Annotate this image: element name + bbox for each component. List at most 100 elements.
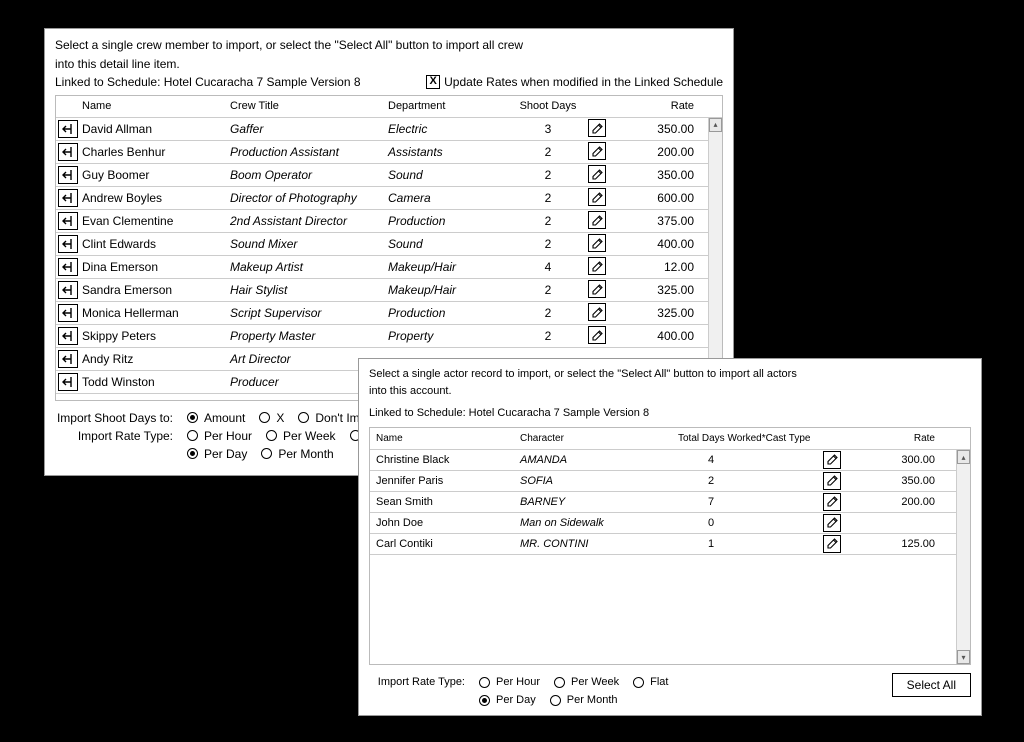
edit-icon[interactable]	[588, 303, 606, 321]
actor-days: 0	[678, 517, 823, 529]
crew-department: Sound	[388, 237, 508, 251]
import-arrow-icon[interactable]	[58, 327, 78, 345]
crew-name: Clint Edwards	[82, 237, 230, 251]
crew-instruction-line2: into this detail line item.	[55, 56, 723, 73]
import-arrow-icon[interactable]	[58, 120, 78, 138]
crew-shoot-days: 2	[508, 191, 588, 205]
import-arrow-icon[interactable]	[58, 350, 78, 368]
actor-character: Man on Sidewalk	[520, 517, 678, 529]
edit-icon[interactable]	[588, 188, 606, 206]
radio-per-month[interactable]	[261, 448, 272, 459]
table-row: Carl ContikiMR. CONTINI1125.00	[370, 534, 970, 555]
table-row: David AllmanGafferElectric3350.00	[56, 118, 722, 141]
table-row: Evan Clementine2nd Assistant DirectorPro…	[56, 210, 722, 233]
crew-title: Boom Operator	[230, 168, 388, 182]
crew-name: Andy Ritz	[82, 352, 230, 366]
scroll-up-icon[interactable]: ▴	[709, 118, 722, 132]
edit-icon[interactable]	[588, 119, 606, 137]
import-arrow-icon[interactable]	[58, 281, 78, 299]
import-arrow-icon[interactable]	[58, 189, 78, 207]
actor-character: SOFIA	[520, 475, 678, 487]
crew-title: Production Assistant	[230, 145, 388, 159]
crew-rate: 200.00	[628, 145, 698, 159]
radio-per-month[interactable]	[550, 695, 561, 706]
acol-days: Total Days Worked*Cast Type	[678, 433, 823, 444]
edit-icon[interactable]	[823, 514, 841, 532]
crew-title: 2nd Assistant Director	[230, 214, 388, 228]
import-arrow-icon[interactable]	[58, 258, 78, 276]
scroll-down-icon[interactable]: ▾	[957, 650, 970, 664]
table-row: John DoeMan on Sidewalk0	[370, 513, 970, 534]
select-all-button[interactable]: Select All	[892, 673, 971, 697]
crew-department: Camera	[388, 191, 508, 205]
import-arrow-icon[interactable]	[58, 166, 78, 184]
edit-icon[interactable]	[588, 211, 606, 229]
radio-per-day[interactable]	[479, 695, 490, 706]
table-row: Andrew BoylesDirector of PhotographyCame…	[56, 187, 722, 210]
import-arrow-icon[interactable]	[58, 143, 78, 161]
col-shoot-days: Shoot Days	[508, 100, 588, 112]
actor-name: John Doe	[370, 517, 520, 529]
edit-icon[interactable]	[588, 326, 606, 344]
radio-per-week[interactable]	[554, 677, 565, 688]
radio-per-hour[interactable]	[479, 677, 490, 688]
actor-character: MR. CONTINI	[520, 538, 678, 550]
import-shoot-days-label: Import Shoot Days to:	[55, 411, 177, 425]
edit-icon[interactable]	[588, 257, 606, 275]
actors-rate-type-label: Import Rate Type:	[369, 676, 469, 688]
crew-department: Makeup/Hair	[388, 283, 508, 297]
actor-character: BARNEY	[520, 496, 678, 508]
crew-rate: 350.00	[628, 122, 698, 136]
edit-icon[interactable]	[588, 280, 606, 298]
crew-rate: 400.00	[628, 237, 698, 251]
crew-shoot-days: 3	[508, 122, 588, 136]
edit-icon[interactable]	[823, 535, 841, 553]
import-arrow-icon[interactable]	[58, 373, 78, 391]
actor-rate: 300.00	[863, 454, 943, 466]
radio-dont-import[interactable]	[298, 412, 309, 423]
edit-icon[interactable]	[823, 472, 841, 490]
update-rates-label: Update Rates when modified in the Linked…	[444, 75, 723, 89]
actors-table-header: Name Character Total Days Worked*Cast Ty…	[370, 428, 970, 450]
actor-days: 7	[678, 496, 823, 508]
edit-icon[interactable]	[588, 165, 606, 183]
radio-x[interactable]	[259, 412, 270, 423]
crew-name: David Allman	[82, 122, 230, 136]
radio-flat[interactable]	[633, 677, 644, 688]
actors-table-body: Christine BlackAMANDA4300.00Jennifer Par…	[370, 450, 970, 664]
edit-icon[interactable]	[823, 451, 841, 469]
crew-name: Sandra Emerson	[82, 283, 230, 297]
crew-department: Electric	[388, 122, 508, 136]
radio-per-hour[interactable]	[187, 430, 198, 441]
actors-scrollbar[interactable]: ▴ ▾	[956, 450, 970, 664]
radio-per-week[interactable]	[266, 430, 277, 441]
import-arrow-icon[interactable]	[58, 304, 78, 322]
scroll-up-icon[interactable]: ▴	[957, 450, 970, 464]
edit-icon[interactable]	[588, 234, 606, 252]
radio-amount[interactable]	[187, 412, 198, 423]
actor-days: 1	[678, 538, 823, 550]
crew-department: Production	[388, 306, 508, 320]
col-title: Crew Title	[230, 100, 388, 112]
crew-rate: 600.00	[628, 191, 698, 205]
crew-shoot-days: 2	[508, 329, 588, 343]
radio-per-day[interactable]	[187, 448, 198, 459]
crew-shoot-days: 2	[508, 306, 588, 320]
crew-table-header: Name Crew Title Department Shoot Days Ra…	[56, 96, 722, 118]
import-arrow-icon[interactable]	[58, 212, 78, 230]
update-rates-checkbox[interactable]: X	[426, 75, 440, 89]
import-arrow-icon[interactable]	[58, 235, 78, 253]
edit-icon[interactable]	[588, 142, 606, 160]
actors-instruction-line2: into this account.	[369, 384, 971, 399]
edit-icon[interactable]	[823, 493, 841, 511]
crew-department: Property	[388, 329, 508, 343]
crew-rate: 325.00	[628, 306, 698, 320]
actors-linked-schedule: Linked to Schedule: Hotel Cucaracha 7 Sa…	[369, 406, 971, 421]
crew-name: Todd Winston	[82, 375, 230, 389]
table-row: Sandra EmersonHair StylistMakeup/Hair232…	[56, 279, 722, 302]
col-dept: Department	[388, 100, 508, 112]
actors-table: Name Character Total Days Worked*Cast Ty…	[369, 427, 971, 665]
crew-shoot-days: 2	[508, 214, 588, 228]
table-row: Guy BoomerBoom OperatorSound2350.00	[56, 164, 722, 187]
actor-name: Christine Black	[370, 454, 520, 466]
